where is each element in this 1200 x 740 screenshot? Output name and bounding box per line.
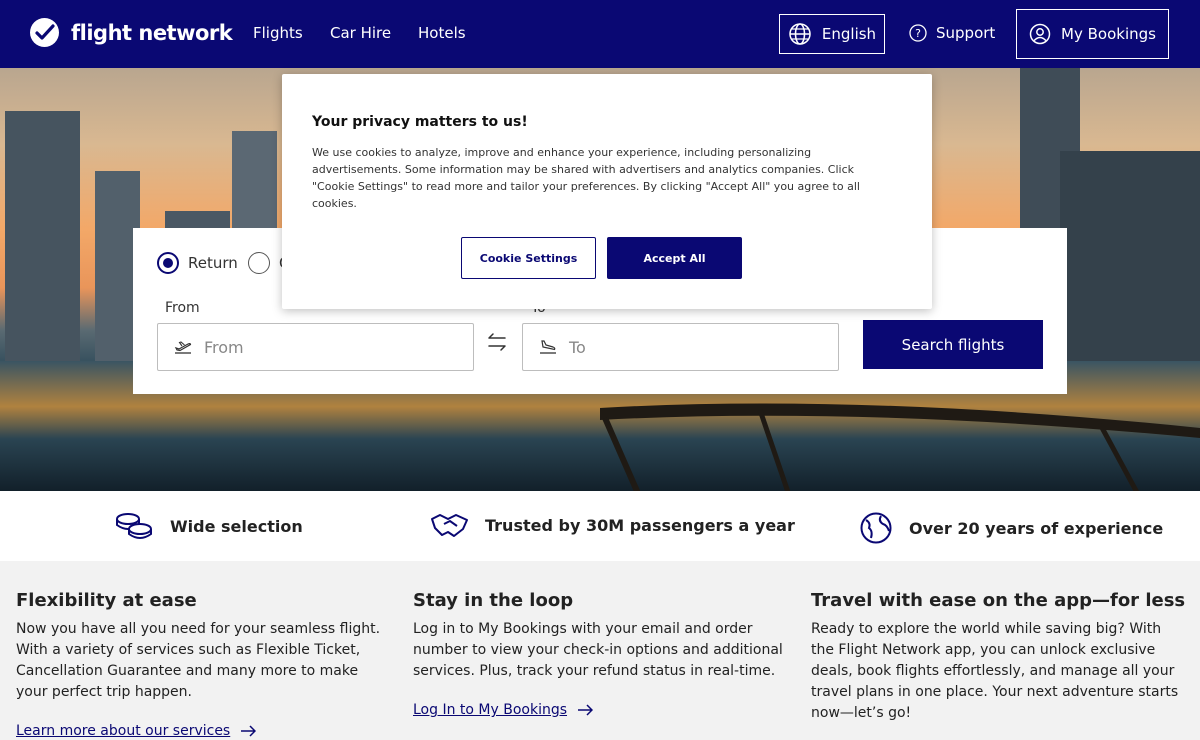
radio-checked-icon <box>157 252 179 274</box>
feature-label: Wide selection <box>170 516 303 536</box>
info-body: Log in to My Bookings with your email an… <box>413 621 783 679</box>
feature-wide-selection: Wide selection <box>114 511 303 541</box>
logo-text: flight network <box>71 20 233 45</box>
feature-label: Over 20 years of experience <box>909 518 1164 538</box>
from-label: From <box>165 300 200 316</box>
coins-icon <box>116 513 152 539</box>
globe-icon <box>789 23 811 45</box>
log-in-my-bookings-link[interactable]: Log In to My Bookings <box>413 702 594 718</box>
nav-link-hotels[interactable]: Hotels <box>418 24 466 42</box>
language-button[interactable]: English <box>779 14 885 54</box>
feature-experience: Over 20 years of experience <box>859 511 1163 545</box>
plane-takeoff-icon <box>174 341 192 354</box>
handshake-icon <box>431 514 468 537</box>
nav-link-car-hire[interactable]: Car Hire <box>330 24 391 42</box>
support-label: Support <box>936 24 996 42</box>
search-flights-button[interactable]: Search flights <box>863 320 1043 369</box>
info-title: Stay in the loop <box>413 590 574 611</box>
cookie-consent-dialog: Your privacy matters to us! We use cooki… <box>282 74 932 309</box>
help-circle-icon: ? <box>909 24 927 42</box>
to-input[interactable]: To <box>522 323 839 371</box>
top-navbar: flight network Flights Car Hire Hotels E… <box>0 0 1200 68</box>
boat-canopy <box>600 403 1200 491</box>
my-bookings-button[interactable]: My Bookings <box>1016 9 1169 59</box>
info-title: Flexibility at ease <box>16 590 197 611</box>
skyline-building <box>1060 151 1200 361</box>
feature-label: Trusted by 30M passengers a year <box>485 515 795 535</box>
learn-more-services-link[interactable]: Learn more about our services <box>16 723 257 739</box>
info-title: Travel with ease on the app—for less <box>811 590 1186 611</box>
my-bookings-label: My Bookings <box>1061 25 1156 43</box>
info-column-stay-in-loop: Stay in the loop Log in to My Bookings w… <box>413 590 788 718</box>
cookie-title: Your privacy matters to us! <box>312 114 528 130</box>
nav-link-flights[interactable]: Flights <box>253 24 303 42</box>
info-column-app: Travel with ease on the app—for less Rea… <box>811 590 1186 724</box>
logo[interactable]: flight network <box>30 18 233 47</box>
feature-trusted: Trusted by 30M passengers a year <box>430 511 795 539</box>
globe-icon <box>860 512 892 544</box>
info-body: Ready to explore the world while saving … <box>811 621 1179 721</box>
arrow-right-icon <box>578 704 594 716</box>
language-label: English <box>821 25 877 43</box>
info-body: Now you have all you need for your seaml… <box>16 621 381 700</box>
link-label: Learn more about our services <box>16 723 231 739</box>
svg-text:?: ? <box>915 27 921 40</box>
trip-type-label: Return <box>188 254 238 272</box>
cookie-body: We use cookies to analyze, improve and e… <box>312 146 860 210</box>
info-column-flexibility: Flexibility at ease Now you have all you… <box>16 590 391 739</box>
accept-all-button[interactable]: Accept All <box>607 237 742 279</box>
features-strip: Wide selection Trusted by 30M passengers… <box>0 491 1200 561</box>
radio-unchecked-icon <box>248 252 270 274</box>
to-placeholder: To <box>569 337 586 357</box>
from-input[interactable]: From <box>157 323 474 371</box>
swap-arrows-icon[interactable] <box>486 332 508 352</box>
link-label: Log In to My Bookings <box>413 702 568 718</box>
plane-landing-icon <box>540 340 556 354</box>
arrow-right-icon <box>241 725 257 737</box>
from-placeholder: From <box>204 337 244 357</box>
trip-type-return[interactable]: Return <box>157 252 238 274</box>
cookie-settings-button[interactable]: Cookie Settings <box>461 237 596 279</box>
user-icon <box>1029 23 1051 45</box>
support-link[interactable]: ? Support <box>909 24 995 42</box>
logo-check-icon <box>30 18 59 47</box>
skyline-building <box>5 111 80 361</box>
